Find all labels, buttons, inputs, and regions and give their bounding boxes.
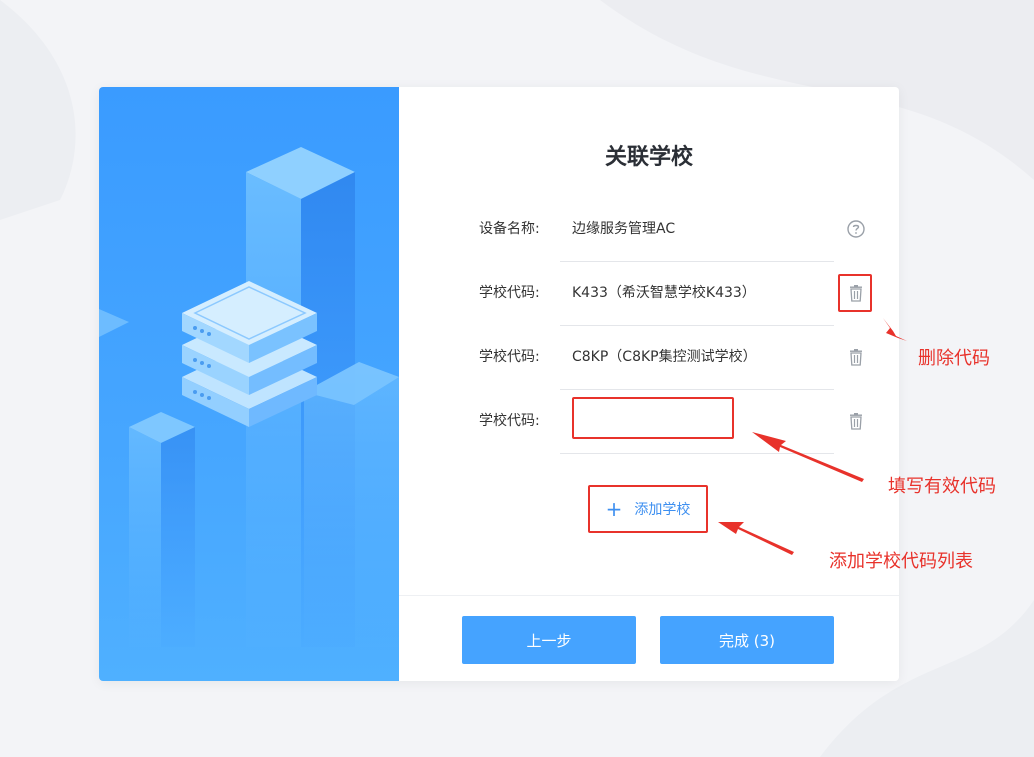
arrow-icon [883,318,907,341]
arrow-icon [718,522,794,555]
annotation-fill-valid-code: 填写有效代码 [888,476,996,497]
annotation-add-school-list: 添加学校代码列表 [829,551,973,572]
annotation-delete-code: 删除代码 [918,348,990,369]
arrow-icon [752,432,864,482]
annotation-arrows [718,318,907,555]
